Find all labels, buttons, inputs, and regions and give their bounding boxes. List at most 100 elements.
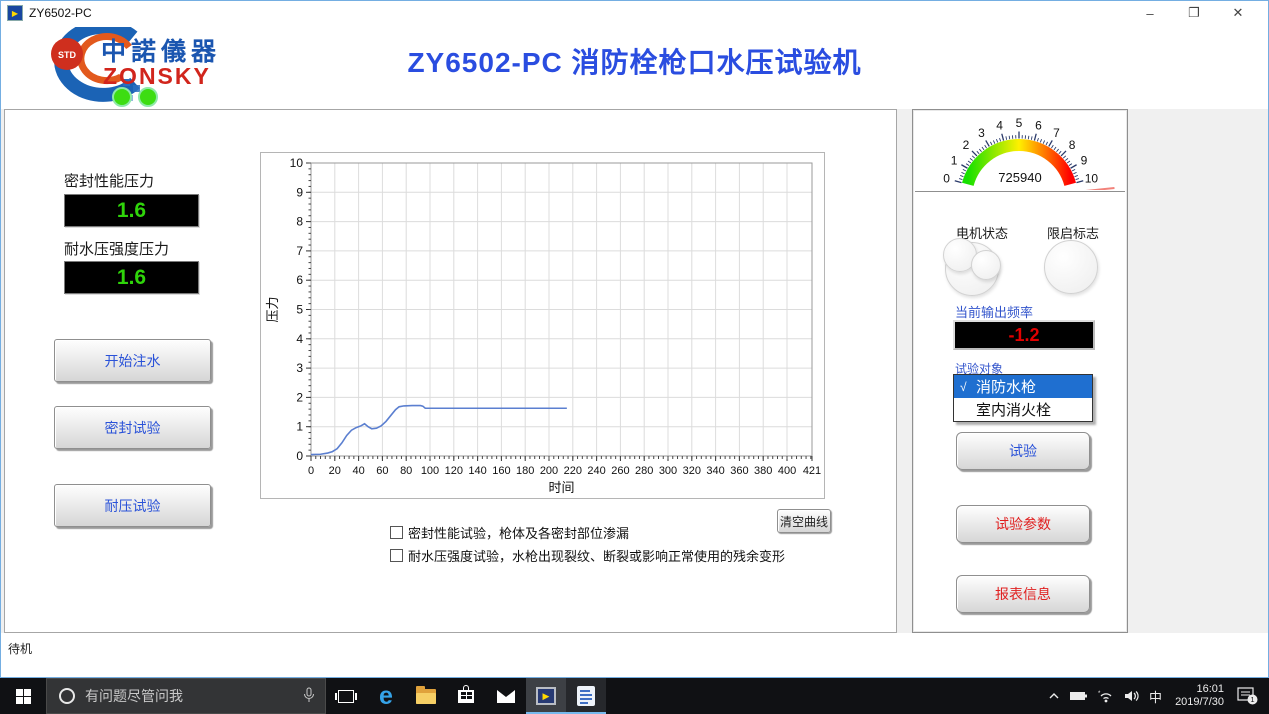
tray-chevron-up-icon[interactable]	[1043, 678, 1065, 714]
app-window: ▶ ZY6502-PC – ❐ ✕ STD 中諾儀器 ZONSKY	[0, 0, 1269, 678]
logo-green-dot-2	[139, 88, 157, 106]
report-info-button[interactable]: 报表信息	[956, 575, 1090, 613]
svg-text:4: 4	[996, 119, 1003, 133]
test-button[interactable]: 试验	[956, 432, 1090, 470]
svg-text:220: 220	[564, 465, 582, 477]
svg-text:3: 3	[296, 361, 303, 375]
dropdown-option-label: 室内消火栓	[976, 399, 1051, 420]
tray-clock[interactable]: 16:01 2019/7/30	[1167, 683, 1232, 709]
svg-text:180: 180	[516, 465, 534, 477]
svg-text:380: 380	[754, 465, 772, 477]
labview-app-button[interactable]: ▶	[526, 678, 566, 714]
task-view-button[interactable]	[326, 678, 366, 714]
svg-text:60: 60	[376, 465, 388, 477]
svg-text:160: 160	[492, 465, 510, 477]
notification-center-button[interactable]: 1	[1232, 678, 1269, 714]
logo-green-dot-1	[113, 88, 131, 106]
dropdown-option-fire-nozzle[interactable]: √ 消防水枪	[954, 375, 1092, 398]
strength-test-checkbox-label: 耐水压强度试验，水枪出现裂纹、断裂或影响正常使用的残余变形	[408, 546, 785, 565]
pressure-test-button[interactable]: 耐压试验	[54, 484, 211, 527]
minimize-button[interactable]: –	[1128, 1, 1172, 25]
test-params-button[interactable]: 试验参数	[956, 505, 1090, 543]
test-object-dropdown: √ 消防水枪 室内消火栓	[953, 374, 1093, 422]
wps-icon	[577, 686, 595, 706]
limit-flag-led	[1044, 240, 1098, 294]
wifi-icon[interactable]: *	[1093, 678, 1119, 714]
labview-icon: ▶	[536, 687, 556, 705]
wps-app-button[interactable]	[566, 678, 606, 714]
notification-badge-count: 1	[1250, 695, 1254, 704]
file-explorer-button[interactable]	[406, 678, 446, 714]
search-placeholder: 有问题尽管问我	[85, 686, 183, 706]
cortana-search-box[interactable]: 有问题尽管问我	[46, 678, 326, 714]
start-fill-water-button[interactable]: 开始注水	[54, 339, 211, 382]
start-button[interactable]	[0, 678, 46, 714]
mail-icon	[497, 690, 515, 703]
task-view-icon	[338, 690, 354, 703]
status-bar: 待机	[1, 633, 1268, 677]
left-panel: 密封性能压力 1.6 耐水压强度压力 1.6 开始注水 密封试验 耐压试验 01…	[4, 109, 897, 633]
battery-icon[interactable]	[1065, 678, 1093, 714]
taskbar: 有问题尽管问我 e ▶	[0, 678, 1269, 714]
pressure-time-chart: 0123456789100204060801001201401601802002…	[260, 152, 825, 499]
windows-logo-icon	[16, 689, 31, 704]
page-title: ZY6502-PC 消防栓枪口水压试验机	[1, 41, 1268, 81]
svg-text:5: 5	[296, 303, 303, 317]
store-button[interactable]	[446, 678, 486, 714]
output-frequency-value: -1.2	[1008, 325, 1039, 346]
svg-text:7: 7	[1053, 126, 1060, 140]
svg-text:2: 2	[963, 138, 970, 152]
cortana-icon	[59, 688, 75, 704]
svg-text:6: 6	[1035, 119, 1042, 133]
svg-text:360: 360	[730, 465, 748, 477]
close-button[interactable]: ✕	[1216, 1, 1260, 25]
gauge-box: 012345678910 725940	[915, 112, 1125, 192]
maximize-button[interactable]: ❐	[1172, 1, 1216, 25]
svg-text:2: 2	[296, 390, 303, 404]
svg-text:1: 1	[951, 154, 958, 168]
dropdown-option-indoor-hydrant[interactable]: 室内消火栓	[954, 398, 1092, 421]
window-title: ZY6502-PC	[29, 6, 92, 20]
mic-icon[interactable]	[303, 687, 315, 706]
strength-pressure-label: 耐水压强度压力	[64, 238, 169, 259]
right-panel: 012345678910 725940 电机状态 限启标志 当前输出频率 -1.…	[912, 109, 1128, 633]
svg-text:240: 240	[587, 465, 605, 477]
svg-text:0: 0	[296, 449, 303, 463]
strength-test-checkbox[interactable]	[390, 549, 403, 562]
mail-button[interactable]	[486, 678, 526, 714]
status-text: 待机	[8, 640, 32, 657]
strength-pressure-value: 1.6	[117, 266, 146, 290]
svg-text:280: 280	[635, 465, 653, 477]
ime-indicator[interactable]: 中	[1144, 678, 1167, 714]
seal-test-checkbox-label: 密封性能试验，枪体及各密封部位渗漏	[408, 523, 629, 542]
seal-test-button[interactable]: 密封试验	[54, 406, 211, 449]
svg-text:9: 9	[296, 185, 303, 199]
system-tray: * 中 16:01 2019/7/30 1	[1043, 678, 1269, 714]
svg-text:80: 80	[400, 465, 412, 477]
header: STD 中諾儀器 ZONSKY ZY6502-PC 消防栓枪口水压试验机	[1, 25, 1268, 109]
svg-text:0: 0	[308, 465, 314, 477]
volume-icon[interactable]	[1119, 678, 1144, 714]
title-bar: ▶ ZY6502-PC – ❐ ✕	[1, 1, 1268, 25]
app-icon: ▶	[7, 5, 23, 21]
svg-text:40: 40	[352, 465, 364, 477]
svg-text:4: 4	[296, 332, 303, 346]
output-frequency-label: 当前输出频率	[955, 302, 1033, 321]
seal-test-checkbox[interactable]	[390, 526, 403, 539]
check-icon: √	[960, 380, 976, 394]
tray-date: 2019/7/30	[1175, 696, 1224, 709]
svg-text:260: 260	[611, 465, 629, 477]
svg-text:压力: 压力	[265, 296, 280, 322]
motor-status-led-inner2	[971, 250, 1001, 280]
clear-curve-button[interactable]: 清空曲线	[777, 509, 831, 533]
file-explorer-icon	[416, 689, 436, 704]
svg-text:1: 1	[296, 420, 303, 434]
edge-icon: e	[379, 684, 393, 709]
edge-button[interactable]: e	[366, 678, 406, 714]
store-icon	[458, 690, 474, 703]
tray-time: 16:01	[1175, 683, 1224, 696]
strength-test-checkbox-row: 耐水压强度试验，水枪出现裂纹、断裂或影响正常使用的残余变形	[390, 546, 785, 565]
svg-text:10: 10	[290, 156, 304, 170]
main-area: 密封性能压力 1.6 耐水压强度压力 1.6 开始注水 密封试验 耐压试验 01…	[1, 109, 1268, 633]
seal-test-checkbox-row: 密封性能试验，枪体及各密封部位渗漏	[390, 523, 629, 542]
